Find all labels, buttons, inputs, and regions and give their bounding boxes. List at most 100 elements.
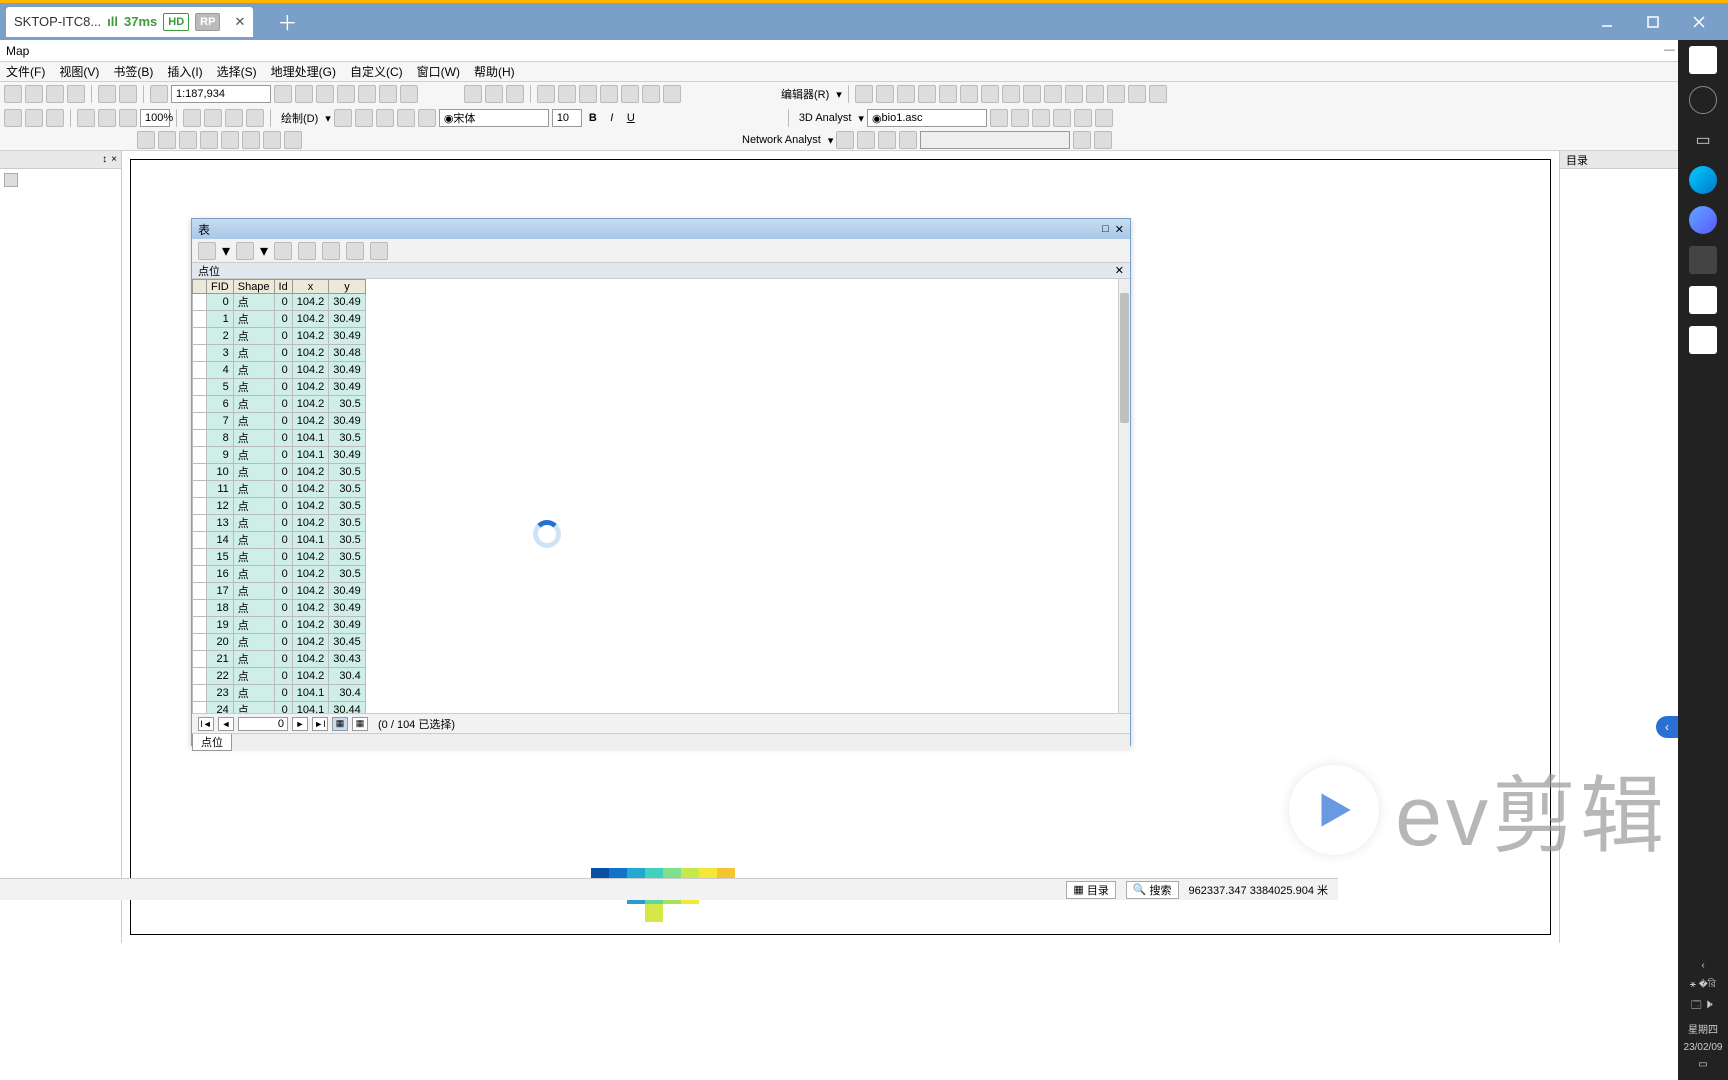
draw-dropdown[interactable]: 绘制(D) bbox=[277, 110, 322, 126]
add-tab-button[interactable]: ＋ bbox=[277, 7, 297, 36]
analyst3d-dropdown[interactable]: 3D Analyst bbox=[795, 112, 856, 124]
tool-icon[interactable] bbox=[337, 85, 355, 103]
maximize-button[interactable] bbox=[1630, 2, 1676, 42]
toc-tree-icon[interactable] bbox=[4, 173, 18, 187]
tool-icon[interactable] bbox=[25, 109, 43, 127]
last-record-button[interactable]: ►I bbox=[312, 717, 328, 731]
delete-icon[interactable] bbox=[370, 242, 388, 260]
globe-icon[interactable] bbox=[1689, 206, 1717, 234]
table-row[interactable]: 8点0104.130.5 bbox=[193, 430, 366, 447]
tool-icon[interactable] bbox=[464, 85, 482, 103]
chevron-down-icon[interactable]: ▾ bbox=[325, 112, 331, 125]
tool-icon[interactable] bbox=[25, 85, 43, 103]
tool-icon[interactable] bbox=[990, 109, 1008, 127]
zoom-input[interactable]: 100% bbox=[140, 109, 170, 127]
tool-icon[interactable] bbox=[137, 131, 155, 149]
tool-icon[interactable] bbox=[485, 85, 503, 103]
app-icon[interactable] bbox=[1689, 326, 1717, 354]
menu-insert[interactable]: 插入(I) bbox=[167, 63, 202, 80]
notifications-icon[interactable]: ▭ bbox=[1698, 1059, 1707, 1070]
tool-icon[interactable] bbox=[579, 85, 597, 103]
menu-view[interactable]: 视图(V) bbox=[59, 63, 99, 80]
table-options-icon[interactable] bbox=[198, 242, 216, 260]
tray-chevron-icon[interactable]: ‹ bbox=[1701, 960, 1704, 971]
add-data-icon[interactable] bbox=[150, 85, 168, 103]
tool-icon[interactable] bbox=[1107, 85, 1125, 103]
table-row[interactable]: 0点0104.230.49 bbox=[193, 294, 366, 311]
tool-icon[interactable] bbox=[1065, 85, 1083, 103]
tool-icon[interactable] bbox=[179, 131, 197, 149]
tool-icon[interactable] bbox=[1023, 85, 1041, 103]
tool-icon[interactable] bbox=[1002, 85, 1020, 103]
table-row[interactable]: 3点0104.230.48 bbox=[193, 345, 366, 362]
tool-icon[interactable] bbox=[1074, 109, 1092, 127]
column-header[interactable]: Shape bbox=[233, 280, 274, 294]
tool-icon[interactable] bbox=[400, 85, 418, 103]
tool-icon[interactable] bbox=[77, 109, 95, 127]
table-row[interactable]: 17点0104.230.49 bbox=[193, 583, 366, 600]
table-row[interactable]: 10点0104.230.5 bbox=[193, 464, 366, 481]
tool-icon[interactable] bbox=[878, 131, 896, 149]
table-row[interactable]: 1点0104.230.49 bbox=[193, 311, 366, 328]
sub-close-icon[interactable]: ✕ bbox=[1115, 264, 1124, 277]
tool-icon[interactable] bbox=[939, 85, 957, 103]
next-record-button[interactable]: ► bbox=[292, 717, 308, 731]
menu-window[interactable]: 窗口(W) bbox=[417, 63, 460, 80]
tab-close-icon[interactable]: ✕ bbox=[234, 14, 245, 30]
search-icon[interactable] bbox=[1689, 86, 1717, 114]
chevron-down-icon[interactable]: ▾ bbox=[260, 241, 268, 261]
tool-icon[interactable] bbox=[918, 85, 936, 103]
grid-scrollbar[interactable] bbox=[1118, 279, 1130, 713]
tool-icon[interactable] bbox=[98, 109, 116, 127]
table-row[interactable]: 13点0104.230.5 bbox=[193, 515, 366, 532]
column-header[interactable]: Id bbox=[274, 280, 292, 294]
side-expand-bubble[interactable]: ‹ bbox=[1656, 716, 1678, 738]
tool-icon[interactable] bbox=[960, 85, 978, 103]
tool-icon[interactable] bbox=[1086, 85, 1104, 103]
menu-help[interactable]: 帮助(H) bbox=[474, 63, 515, 80]
tool-icon[interactable] bbox=[506, 85, 524, 103]
tool-icon[interactable] bbox=[600, 85, 618, 103]
redo-icon[interactable] bbox=[119, 85, 137, 103]
tool-icon[interactable] bbox=[857, 131, 875, 149]
switch-selection-icon[interactable] bbox=[298, 242, 316, 260]
table-row[interactable]: 9点0104.130.49 bbox=[193, 447, 366, 464]
bold-button[interactable]: B bbox=[585, 112, 601, 124]
tool-icon[interactable] bbox=[1032, 109, 1050, 127]
tool-icon[interactable] bbox=[981, 85, 999, 103]
close-button[interactable] bbox=[1676, 2, 1722, 42]
show-all-button[interactable]: ▦ bbox=[332, 717, 348, 731]
pointer-icon[interactable] bbox=[334, 109, 352, 127]
tool-icon[interactable] bbox=[537, 85, 555, 103]
related-tables-icon[interactable] bbox=[236, 242, 254, 260]
zoom-selected-icon[interactable] bbox=[346, 242, 364, 260]
menu-geoprocessing[interactable]: 地理处理(G) bbox=[271, 63, 336, 80]
show-selected-button[interactable]: ▦ bbox=[352, 717, 368, 731]
underline-button[interactable]: U bbox=[623, 112, 639, 124]
app-minimize-icon[interactable]: — bbox=[1664, 44, 1675, 57]
table-row[interactable]: 16点0104.230.5 bbox=[193, 566, 366, 583]
tool-icon[interactable] bbox=[379, 85, 397, 103]
tool-icon[interactable] bbox=[1053, 109, 1071, 127]
chevron-down-icon[interactable]: ▾ bbox=[836, 88, 842, 101]
tool-icon[interactable] bbox=[1149, 85, 1167, 103]
tool-icon[interactable] bbox=[200, 131, 218, 149]
date-weekday[interactable]: 星期四 bbox=[1688, 1021, 1718, 1036]
attr-close-icon[interactable]: ✕ bbox=[1115, 223, 1124, 236]
italic-button[interactable]: I bbox=[604, 112, 620, 124]
chevron-down-icon[interactable]: ▾ bbox=[828, 134, 834, 147]
tool-icon[interactable] bbox=[355, 109, 373, 127]
tool-icon[interactable] bbox=[1128, 85, 1146, 103]
volume-icon[interactable]: 🗔 🕨 bbox=[1691, 998, 1715, 1015]
column-header[interactable]: x bbox=[292, 280, 329, 294]
date[interactable]: 23/02/09 bbox=[1684, 1042, 1723, 1053]
tool-icon[interactable] bbox=[46, 85, 64, 103]
tool-icon[interactable] bbox=[246, 109, 264, 127]
menu-customize[interactable]: 自定义(C) bbox=[350, 63, 403, 80]
table-row[interactable]: 21点0104.230.43 bbox=[193, 651, 366, 668]
raster-layer-select[interactable]: ◉ bio1.asc bbox=[867, 109, 987, 127]
toc-close-icon[interactable]: × bbox=[111, 154, 117, 165]
edge-icon[interactable] bbox=[1689, 166, 1717, 194]
table-row[interactable]: 20点0104.230.45 bbox=[193, 634, 366, 651]
minimize-button[interactable] bbox=[1584, 2, 1630, 42]
